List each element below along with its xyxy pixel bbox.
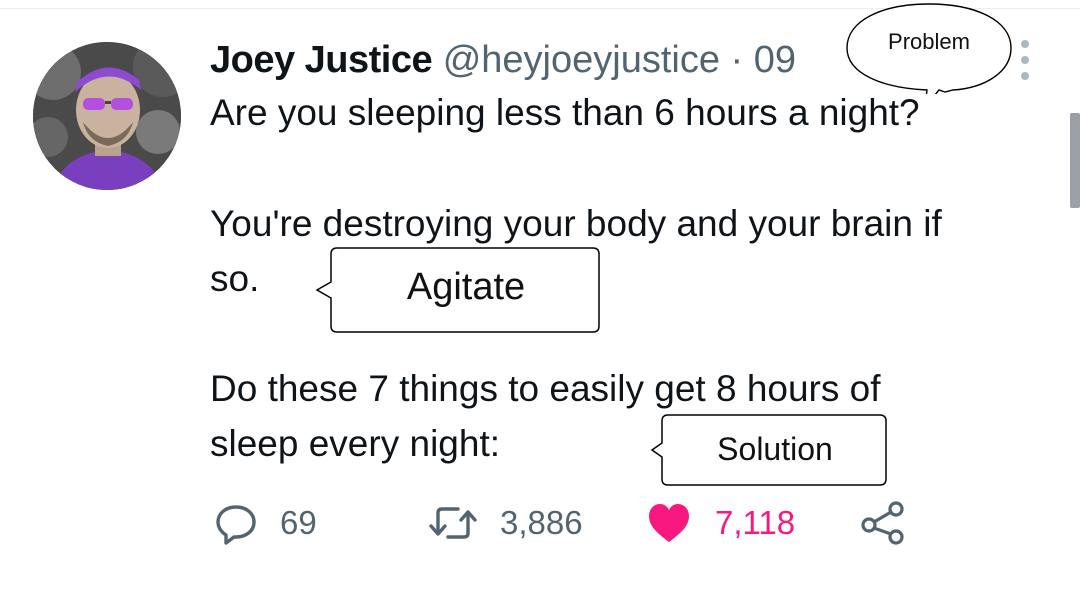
share-icon bbox=[861, 501, 904, 545]
more-dot bbox=[1021, 40, 1029, 48]
agitate-callout: Agitate bbox=[315, 246, 601, 334]
tweet-text-line: sleep every night: bbox=[210, 423, 501, 464]
like-count: 7,118 bbox=[715, 504, 796, 541]
author-name[interactable]: Joey Justice bbox=[210, 39, 433, 81]
more-dot bbox=[1021, 56, 1029, 64]
tweet-action-bar: 69 3,886 7,118 bbox=[0, 498, 1080, 548]
avatar[interactable] bbox=[33, 42, 181, 190]
reply-count: 69 bbox=[280, 504, 317, 541]
reply-icon bbox=[216, 505, 256, 545]
problem-callout: Problem bbox=[845, 2, 1013, 94]
solution-label: Solution bbox=[717, 431, 833, 467]
share-button[interactable] bbox=[860, 498, 908, 548]
avatar-image bbox=[33, 42, 181, 190]
tweet-header: Joey Justice @heyjoeyjustice · 09 bbox=[210, 35, 796, 85]
retweet-count: 3,886 bbox=[500, 504, 583, 541]
retweet-button[interactable]: 3,886 bbox=[428, 498, 583, 548]
like-button[interactable]: 7,118 bbox=[647, 498, 795, 548]
tweet-text-line: Do these 7 things to easily get 8 hours … bbox=[210, 368, 881, 409]
solution-callout: Solution bbox=[650, 413, 888, 487]
like-icon bbox=[649, 504, 689, 542]
more-dot bbox=[1021, 72, 1029, 80]
agitate-label: Agitate bbox=[406, 266, 526, 308]
more-icon[interactable] bbox=[1016, 40, 1034, 80]
tweet-text-line: You're destroying your body and your bra… bbox=[210, 203, 942, 244]
scrollbar[interactable] bbox=[1070, 113, 1080, 208]
tweet-text-line: Are you sleeping less than 6 hours a nig… bbox=[210, 92, 920, 133]
reply-button[interactable]: 69 bbox=[214, 498, 317, 548]
retweet-icon bbox=[429, 507, 477, 539]
problem-label: Problem bbox=[888, 29, 970, 54]
author-handle-and-time[interactable]: @heyjoeyjustice · 09 bbox=[443, 39, 796, 81]
tweet-text-line: so. bbox=[210, 258, 260, 299]
